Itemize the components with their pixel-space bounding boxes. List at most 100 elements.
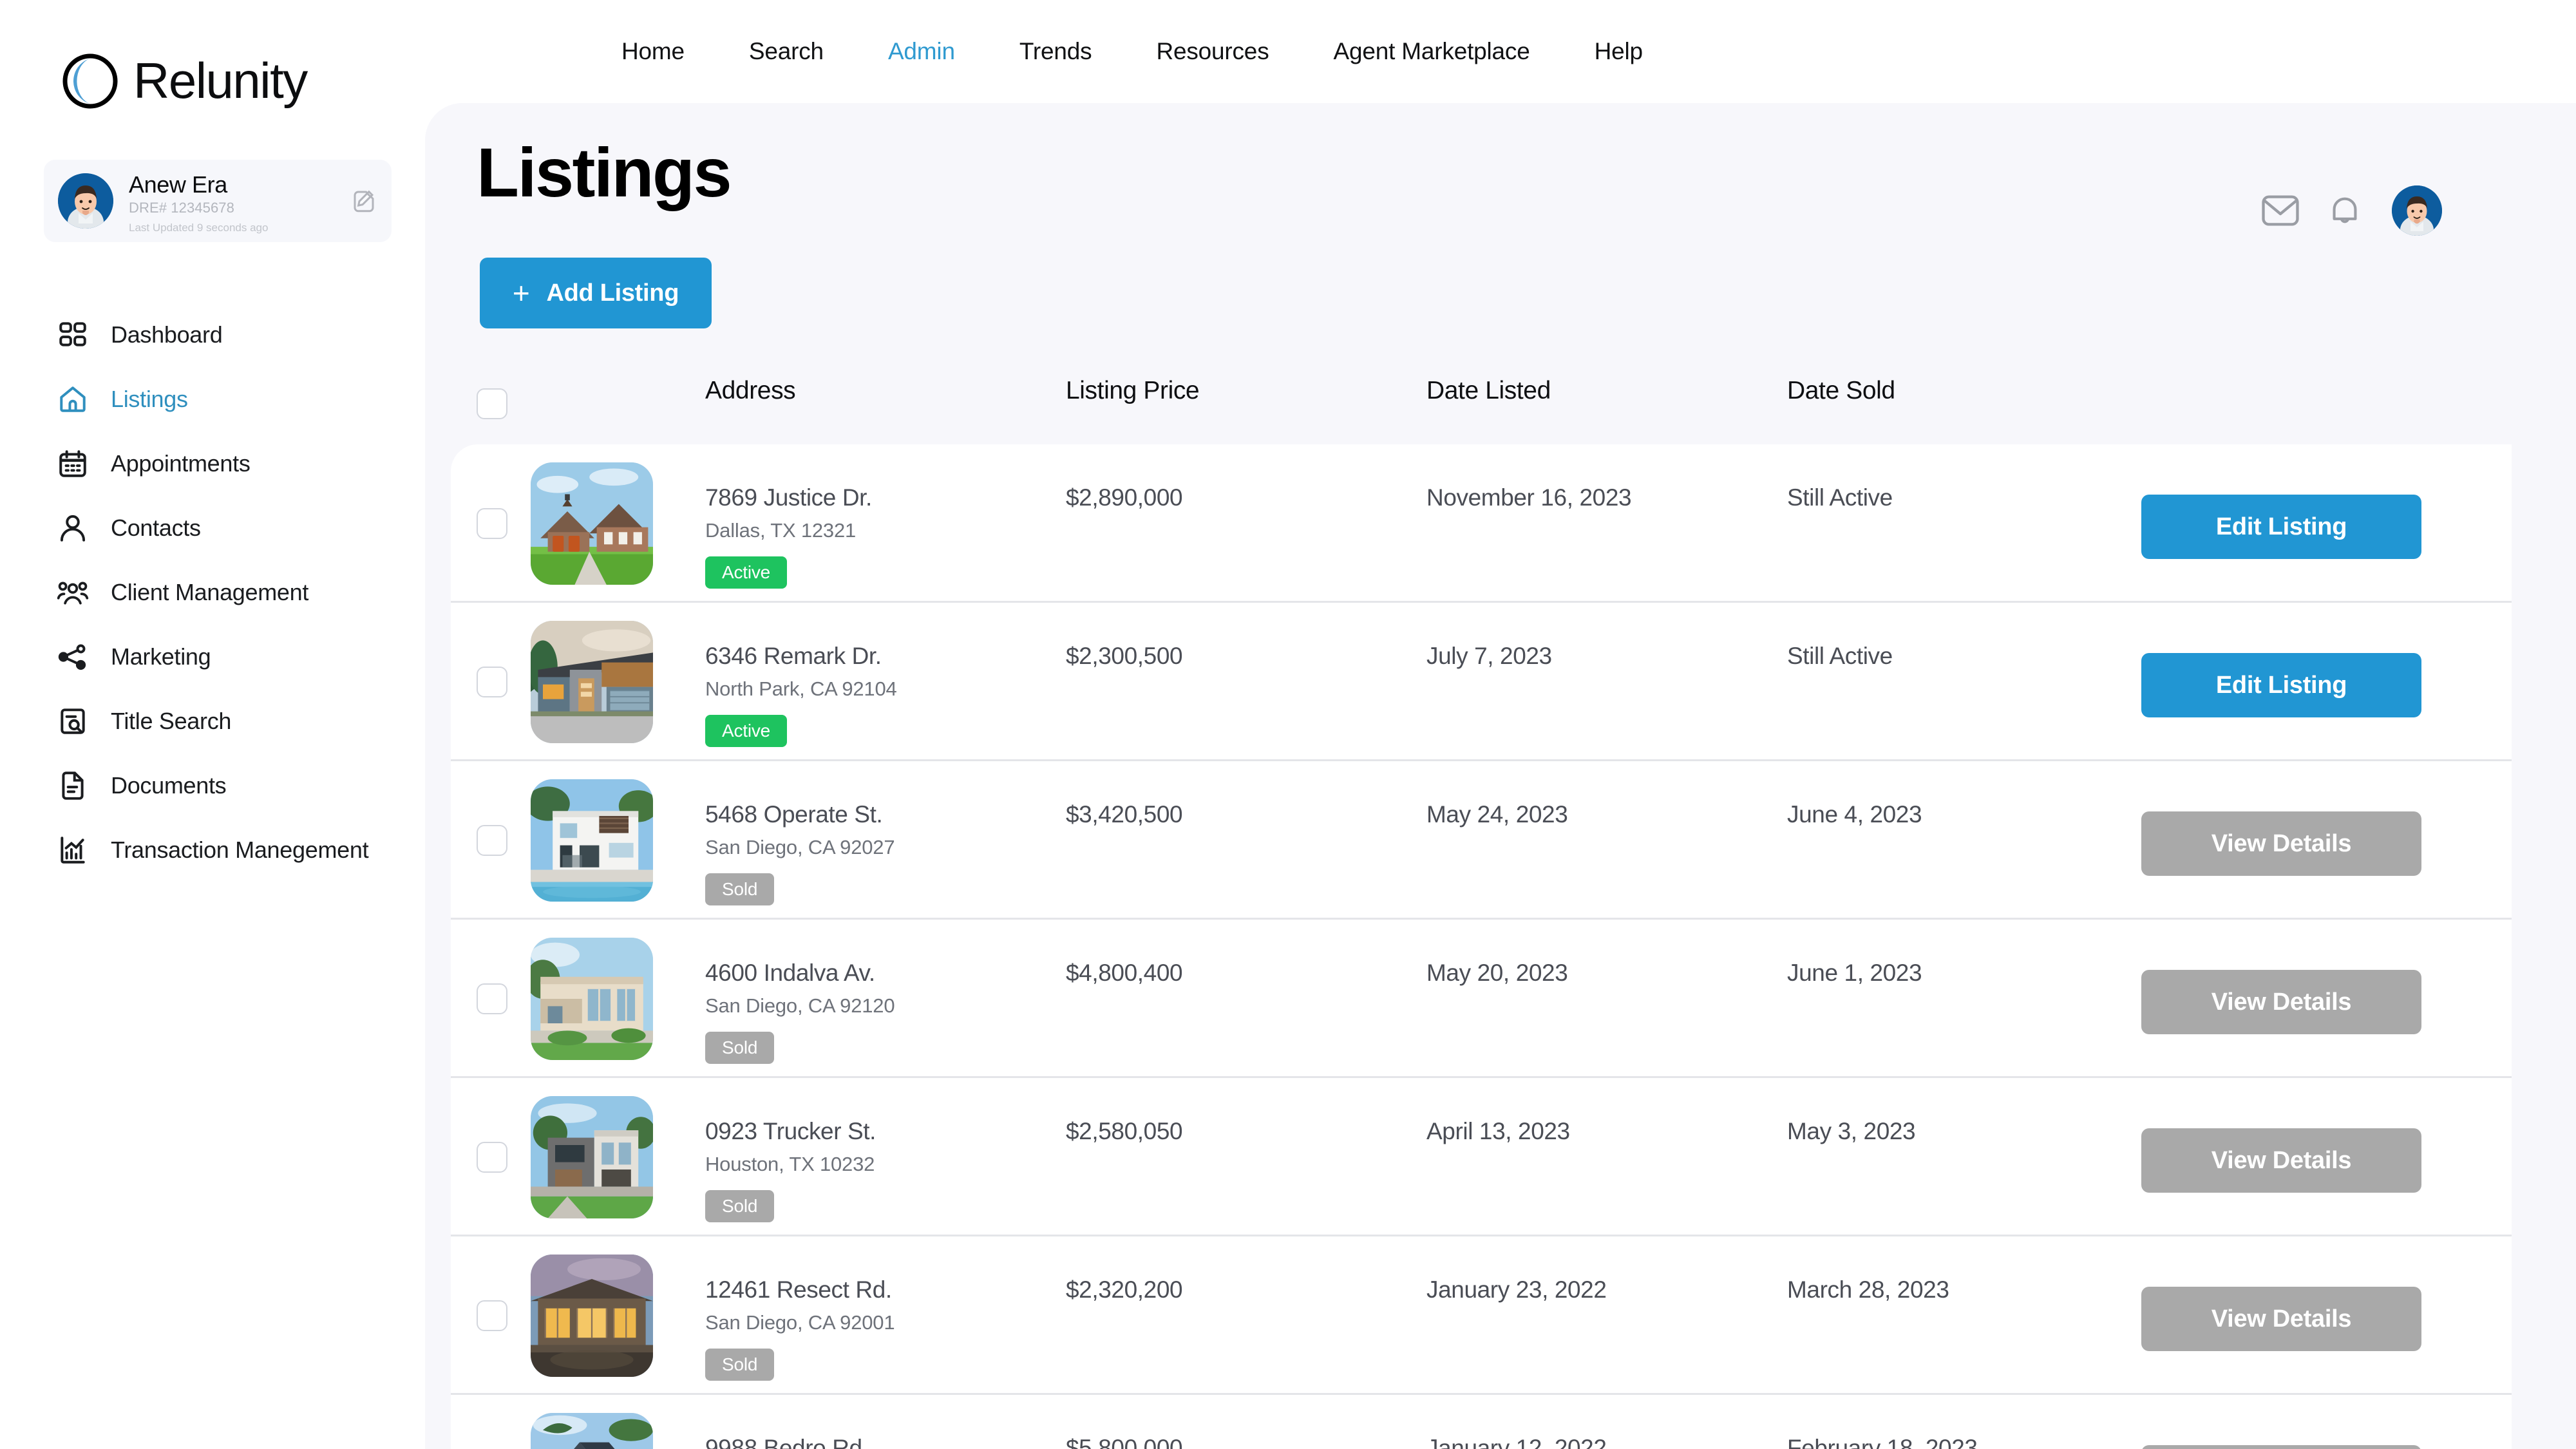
view-details-button[interactable]: View Details [2141, 811, 2421, 876]
brand-logo[interactable]: Relunity [61, 52, 308, 110]
profile-name: Anew Era [129, 171, 227, 198]
avatar-icon[interactable] [2392, 185, 2442, 236]
add-listing-button[interactable]: + Add Listing [480, 258, 712, 328]
mail-icon[interactable] [2260, 193, 2300, 229]
page-title: Listings [477, 133, 732, 211]
brand-name: Relunity [133, 52, 308, 109]
column-header-listing-price[interactable]: Listing Price [1066, 377, 1200, 405]
table-row: 12461 Resect Rd. San Diego, CA 92001 Sol… [451, 1236, 2512, 1395]
address-line2: Houston, TX 10232 [705, 1153, 875, 1175]
date-sold-cell: June 4, 2023 [1787, 801, 1922, 828]
user-icon [57, 512, 89, 544]
view-details-button[interactable]: View Details [2141, 1445, 2421, 1449]
property-thumbnail[interactable] [531, 1096, 653, 1218]
date-sold-cell: Still Active [1787, 643, 1893, 669]
nav-link-agent-marketplace[interactable]: Agent Marketplace [1302, 38, 1562, 65]
listings-table: 7869 Justice Dr. Dallas, TX 12321 Active… [451, 444, 2512, 1449]
nav-link-resources[interactable]: Resources [1124, 38, 1301, 65]
sidebar-item-appointments[interactable]: Appointments [0, 431, 425, 496]
property-thumbnail[interactable] [531, 462, 653, 585]
sidebar-item-label: Appointments [111, 450, 251, 477]
sidebar-item-label: Dashboard [111, 321, 223, 348]
address-line2: San Diego, CA 92001 [705, 1311, 895, 1334]
address-line1: 9988 Bedro Rd. [705, 1435, 869, 1449]
date-listed-cell: January 12, 2022 [1426, 1435, 1607, 1449]
document-search-icon [57, 705, 89, 737]
sidebar-item-listings[interactable]: Listings [0, 367, 425, 431]
status-badge: Sold [705, 1032, 775, 1064]
listing-price-cell: $2,890,000 [1066, 484, 1183, 511]
address-line1: 4600 Indalva Av. [705, 960, 875, 986]
table-row: 6346 Remark Dr. North Park, CA 92104 Act… [451, 603, 2512, 761]
nav-link-trends[interactable]: Trends [987, 38, 1124, 65]
row-checkbox[interactable] [477, 1142, 507, 1173]
profile-meta: Anew Era DRE# 12345678 Last Updated 9 se… [129, 160, 350, 242]
select-all-checkbox[interactable] [477, 388, 507, 419]
avatar [58, 173, 113, 229]
date-listed-cell: January 23, 2022 [1426, 1276, 1607, 1303]
column-header-date-sold[interactable]: Date Sold [1787, 377, 1895, 405]
view-details-button[interactable]: View Details [2141, 1287, 2421, 1351]
edit-listing-button[interactable]: Edit Listing [2141, 653, 2421, 717]
sidebar-item-client-management[interactable]: Client Management [0, 560, 425, 625]
row-checkbox[interactable] [477, 1300, 507, 1331]
view-details-button[interactable]: View Details [2141, 970, 2421, 1034]
users-group-icon [57, 576, 89, 609]
table-row: 9988 Bedro Rd. La Jolla, CA 92120 $5,800… [451, 1395, 2512, 1449]
share-nodes-icon [57, 641, 89, 673]
chart-bars-icon [57, 834, 89, 866]
property-thumbnail[interactable] [531, 1413, 653, 1449]
profile-license: DRE# 12345678 [129, 200, 234, 216]
date-listed-cell: May 20, 2023 [1426, 960, 1568, 986]
sidebar-item-dashboard[interactable]: Dashboard [0, 303, 425, 367]
calendar-icon [57, 448, 89, 480]
sidebar-item-documents[interactable]: Documents [0, 753, 425, 818]
edit-listing-button[interactable]: Edit Listing [2141, 495, 2421, 559]
date-listed-cell: November 16, 2023 [1426, 484, 1632, 511]
sidebar-item-transaction-management[interactable]: Transaction Manegement [0, 818, 425, 882]
circle-crescent-logo-icon [61, 52, 119, 110]
listing-price-cell: $2,580,050 [1066, 1118, 1183, 1144]
row-checkbox[interactable] [477, 667, 507, 697]
row-checkbox[interactable] [477, 508, 507, 539]
nav-link-search[interactable]: Search [717, 38, 856, 65]
sidebar-nav: Dashboard Listings Appointments Contacts… [0, 303, 425, 882]
sidebar-item-label: Marketing [111, 643, 211, 670]
sidebar: Relunity Anew Era DRE# 12345678 Last Upd… [0, 0, 425, 1449]
row-checkbox[interactable] [477, 825, 507, 856]
sidebar-item-label: Title Search [111, 708, 232, 734]
nav-link-help[interactable]: Help [1562, 38, 1675, 65]
grid-squares-icon [57, 319, 89, 351]
address-cell: 4600 Indalva Av. San Diego, CA 92120 Sol… [705, 960, 976, 1064]
property-thumbnail[interactable] [531, 938, 653, 1060]
date-sold-cell: June 1, 2023 [1787, 960, 1922, 986]
view-details-button[interactable]: View Details [2141, 1128, 2421, 1193]
address-line2: San Diego, CA 92120 [705, 994, 895, 1017]
property-thumbnail[interactable] [531, 1255, 653, 1377]
edit-pencil-square-icon[interactable] [350, 187, 377, 214]
sidebar-item-label: Client Management [111, 579, 309, 605]
nav-link-admin[interactable]: Admin [856, 38, 987, 65]
user-profile-card[interactable]: Anew Era DRE# 12345678 Last Updated 9 se… [44, 160, 392, 242]
column-header-date-listed[interactable]: Date Listed [1426, 377, 1551, 405]
sidebar-item-marketing[interactable]: Marketing [0, 625, 425, 689]
sidebar-item-label: Contacts [111, 515, 201, 541]
listing-price-cell: $2,300,500 [1066, 643, 1183, 669]
row-checkbox[interactable] [477, 983, 507, 1014]
bell-icon[interactable] [2326, 193, 2366, 229]
sidebar-item-title-search[interactable]: Title Search [0, 689, 425, 753]
nav-link-home[interactable]: Home [589, 38, 717, 65]
property-thumbnail[interactable] [531, 621, 653, 743]
status-badge: Sold [705, 1349, 775, 1381]
header-action-icons [2260, 185, 2442, 236]
date-sold-cell: March 28, 2023 [1787, 1276, 1949, 1303]
sidebar-item-contacts[interactable]: Contacts [0, 496, 425, 560]
column-header-address[interactable]: Address [705, 377, 796, 405]
date-sold-cell: Still Active [1787, 484, 1893, 511]
address-line2: North Park, CA 92104 [705, 677, 897, 700]
table-row: 7869 Justice Dr. Dallas, TX 12321 Active… [451, 444, 2512, 603]
property-thumbnail[interactable] [531, 779, 653, 902]
status-badge: Active [705, 556, 788, 589]
status-badge: Sold [705, 1190, 775, 1222]
listing-price-cell: $3,420,500 [1066, 801, 1183, 828]
